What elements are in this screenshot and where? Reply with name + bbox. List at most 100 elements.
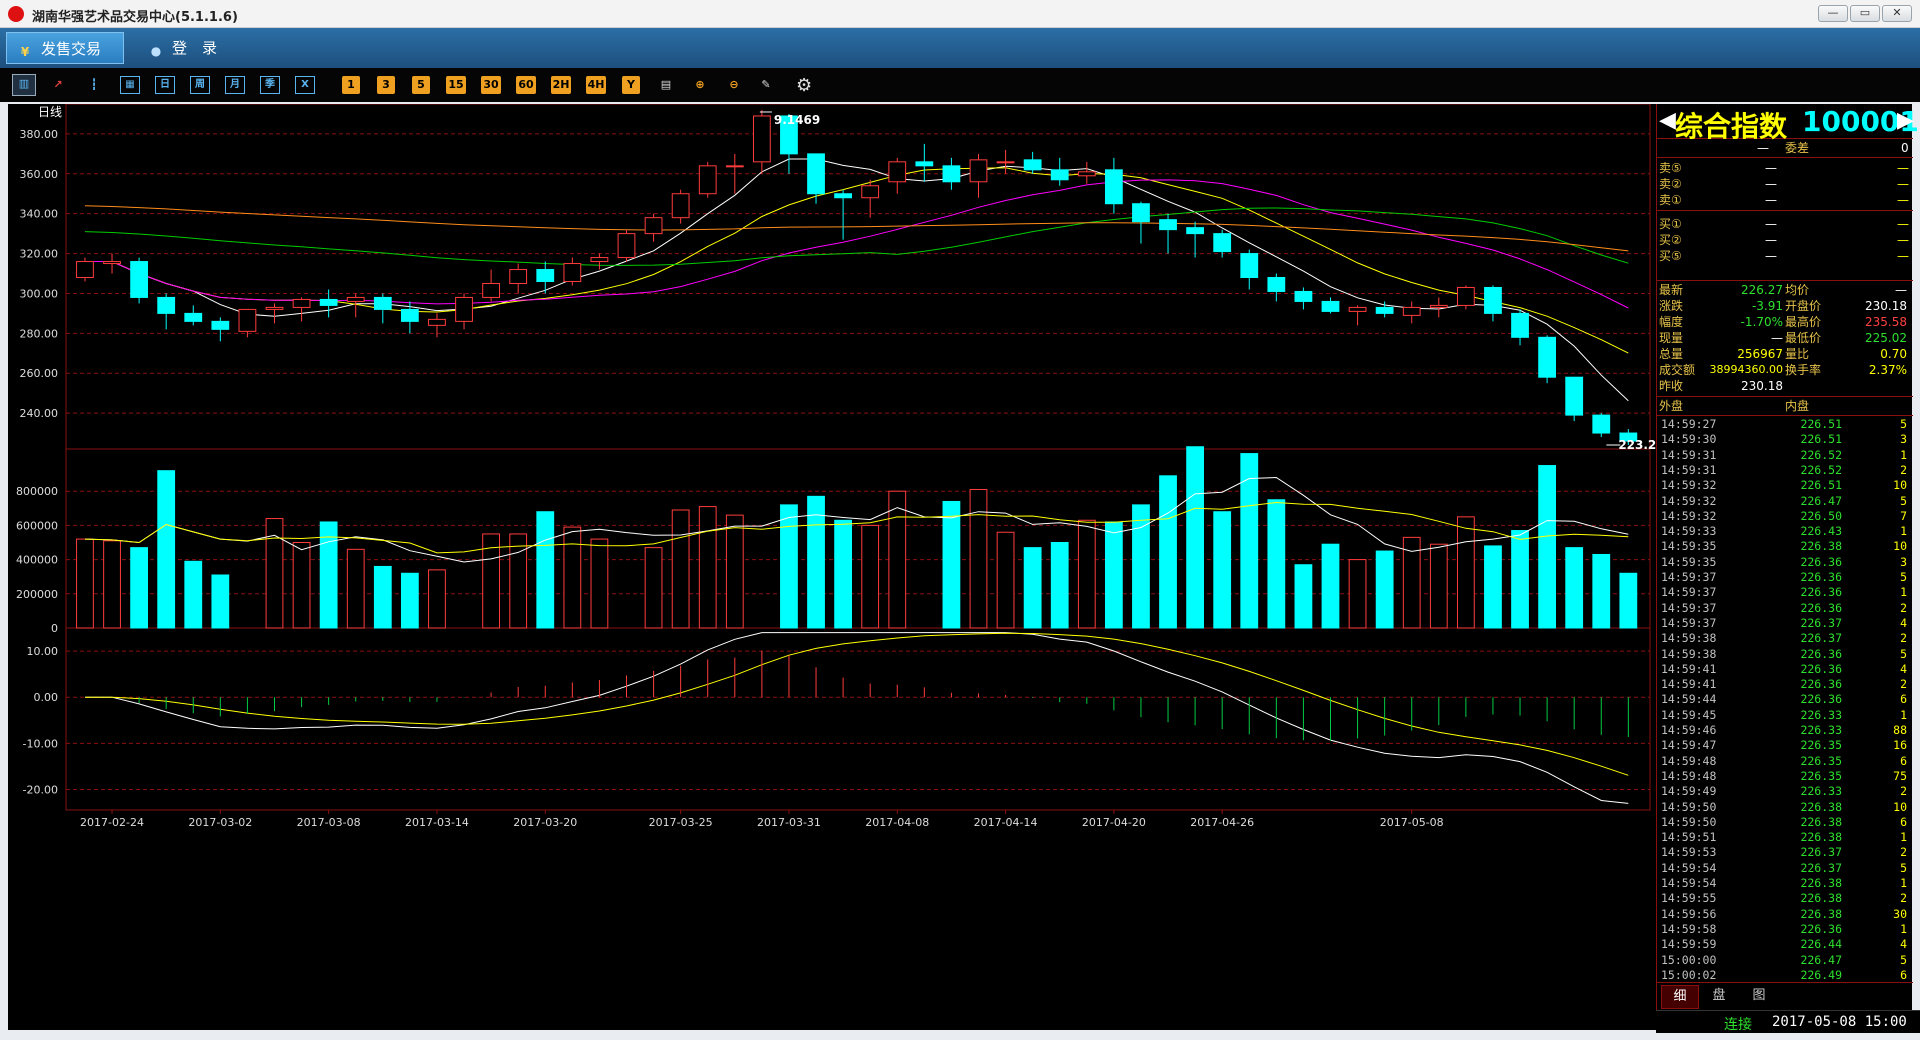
tick-price: 226.51: [1800, 417, 1842, 431]
quote-panel: ◀ 综合指数 100001 ▶ 委比 — 委差 0 卖⑤ — — 卖② — — 卖① — — 买①…: [1656, 104, 1919, 1010]
book-row-price: —: [1765, 177, 1777, 191]
period-x-button[interactable]: X: [295, 76, 315, 94]
yen-icon: ¥: [20, 45, 30, 59]
tick-volume: 2: [1900, 462, 1907, 477]
volume-bar: [1186, 446, 1205, 629]
candle-body: [482, 282, 501, 298]
period-3-button[interactable]: 3: [377, 76, 395, 94]
tick-price: 226.47: [1800, 493, 1842, 508]
maximize-button[interactable]: ▭: [1850, 5, 1880, 22]
period-15-button[interactable]: 15: [446, 76, 466, 94]
book-row-label: 卖②: [1659, 177, 1682, 191]
menu-sale-trading[interactable]: ¥ 发售交易: [6, 32, 124, 64]
tick-time: 14:59:46: [1661, 723, 1717, 737]
weicha-label: 委差: [1785, 141, 1810, 155]
tick-volume: 6: [1900, 814, 1907, 829]
draw-icon[interactable]: ✎: [756, 76, 776, 94]
chart-toolbar: ▥ ↗ ┇ ▦ 日 周 月 季 X 1 3 5 15 30 60 2H 4H Y…: [0, 68, 1920, 102]
tick-time: 14:59:45: [1661, 707, 1717, 722]
tick-row: 14:59:38 226.36 5: [1657, 646, 1913, 662]
tick-volume: 5: [1900, 860, 1907, 875]
next-arrow-icon[interactable]: ▶: [1897, 108, 1914, 133]
tick-volume: 3: [1900, 432, 1907, 447]
minimize-button[interactable]: —: [1818, 5, 1848, 22]
tick-volume: 16: [1893, 738, 1907, 753]
close-button[interactable]: ✕: [1882, 5, 1912, 22]
total-value: 256967: [1737, 347, 1783, 361]
bar-chart-icon[interactable]: ▥: [12, 74, 36, 96]
tick-row: 14:59:59 226.44 4: [1657, 936, 1913, 952]
period-week-button[interactable]: 周: [190, 76, 210, 94]
tick-row: 14:59:44 226.36 6: [1657, 691, 1913, 707]
period-5-button[interactable]: 5: [412, 76, 430, 94]
tick-list[interactable]: 14:59:27 226.51 5 14:59:30 226.51 3 14:59:31 22…: [1657, 416, 1913, 982]
tick-price: 226.38: [1800, 799, 1842, 814]
tick-price: 226.37: [1800, 615, 1842, 630]
tick-row: 14:59:30 226.51 3: [1657, 431, 1913, 447]
zoom-in-icon[interactable]: ⊕: [690, 76, 710, 94]
book-row-label: 卖①: [1659, 193, 1682, 207]
date-tick-label: 2017-03-08: [297, 816, 361, 829]
volume-bar: [1538, 465, 1557, 629]
period-4h-button[interactable]: 4H: [586, 76, 606, 94]
tick-row: 14:59:33 226.43 1: [1657, 523, 1913, 539]
tick-price: 226.44: [1800, 937, 1842, 952]
volume-bar: [807, 495, 825, 629]
volume-bar: [1023, 547, 1042, 629]
tick-price: 226.35: [1800, 738, 1842, 753]
tab-chart[interactable]: 图: [1741, 985, 1777, 1007]
tick-time: 14:59:48: [1661, 753, 1717, 768]
book-row-volume: —: [1897, 233, 1909, 247]
calendar-icon[interactable]: ▦: [120, 76, 140, 94]
period-month-button[interactable]: 月: [225, 76, 245, 94]
period-2h-button[interactable]: 2H: [551, 76, 571, 94]
zoom-out-icon[interactable]: ⊖: [724, 76, 744, 94]
period-quarter-button[interactable]: 季: [260, 76, 280, 94]
tick-row: 15:00:00 226.47 5: [1657, 952, 1913, 968]
tick-row: 15:00:02 226.49 6: [1657, 967, 1913, 983]
period-1-button[interactable]: 1: [342, 76, 360, 94]
tick-time: 14:59:41: [1661, 677, 1717, 692]
candle-body: [1077, 171, 1096, 177]
chg-value: -3.91: [1751, 299, 1783, 313]
volume-bar: [1132, 504, 1150, 629]
ma20-line: [85, 179, 1629, 309]
candle-body: [1538, 336, 1557, 378]
tab-book[interactable]: 盘: [1701, 985, 1737, 1007]
kline-chart-area[interactable]: 380.00 360.00 340.00 320.00 300.00 280.00 260.…: [8, 103, 1681, 1030]
period-30-button[interactable]: 30: [481, 76, 501, 94]
app-logo-icon: [8, 6, 24, 22]
book-row-label: 买②: [1659, 233, 1682, 247]
tick-time: 14:59:37: [1661, 585, 1717, 600]
menu-login[interactable]: ● 登 录: [138, 32, 258, 64]
volume-bar: [509, 533, 528, 629]
tick-row: 14:59:27 226.51 5: [1657, 416, 1913, 432]
candle-body: [103, 261, 121, 265]
gear-icon[interactable]: ⚙: [796, 75, 812, 96]
price-tick-label: 320.00: [20, 248, 59, 261]
tick-price: 226.49: [1800, 967, 1842, 982]
tab-detail[interactable]: 细: [1661, 985, 1699, 1009]
period-day-button[interactable]: 日: [155, 76, 175, 94]
candle-icon[interactable]: ┇: [84, 76, 104, 94]
tick-price: 226.36: [1800, 554, 1842, 569]
prev-arrow-icon[interactable]: ◀: [1659, 108, 1676, 133]
date-tick-label: 2017-05-08: [1380, 816, 1444, 829]
tick-price: 226.36: [1800, 921, 1842, 936]
low-annotation: 223.2695: [1618, 438, 1656, 452]
now-label: 现量: [1659, 331, 1684, 345]
date-tick-label: 2017-03-02: [188, 816, 252, 829]
volume-bar: [1484, 545, 1502, 629]
period-60-button[interactable]: 60: [516, 76, 536, 94]
period-year-button[interactable]: Y: [622, 76, 640, 94]
candle-body: [373, 296, 392, 310]
kline-chart[interactable]: 380.00 360.00 340.00 320.00 300.00 280.00 260.…: [8, 103, 1681, 1030]
candle-body: [644, 217, 663, 235]
candle-body: [292, 298, 311, 308]
book-row-label: 买①: [1659, 217, 1682, 231]
book-row-price: —: [1765, 249, 1777, 263]
tick-row: 14:59:56 226.38 30: [1657, 906, 1913, 922]
tick-row: 14:59:50 226.38 6: [1657, 814, 1913, 830]
line-chart-icon[interactable]: ↗: [48, 76, 68, 94]
screenshot-icon[interactable]: ▤: [656, 76, 676, 94]
